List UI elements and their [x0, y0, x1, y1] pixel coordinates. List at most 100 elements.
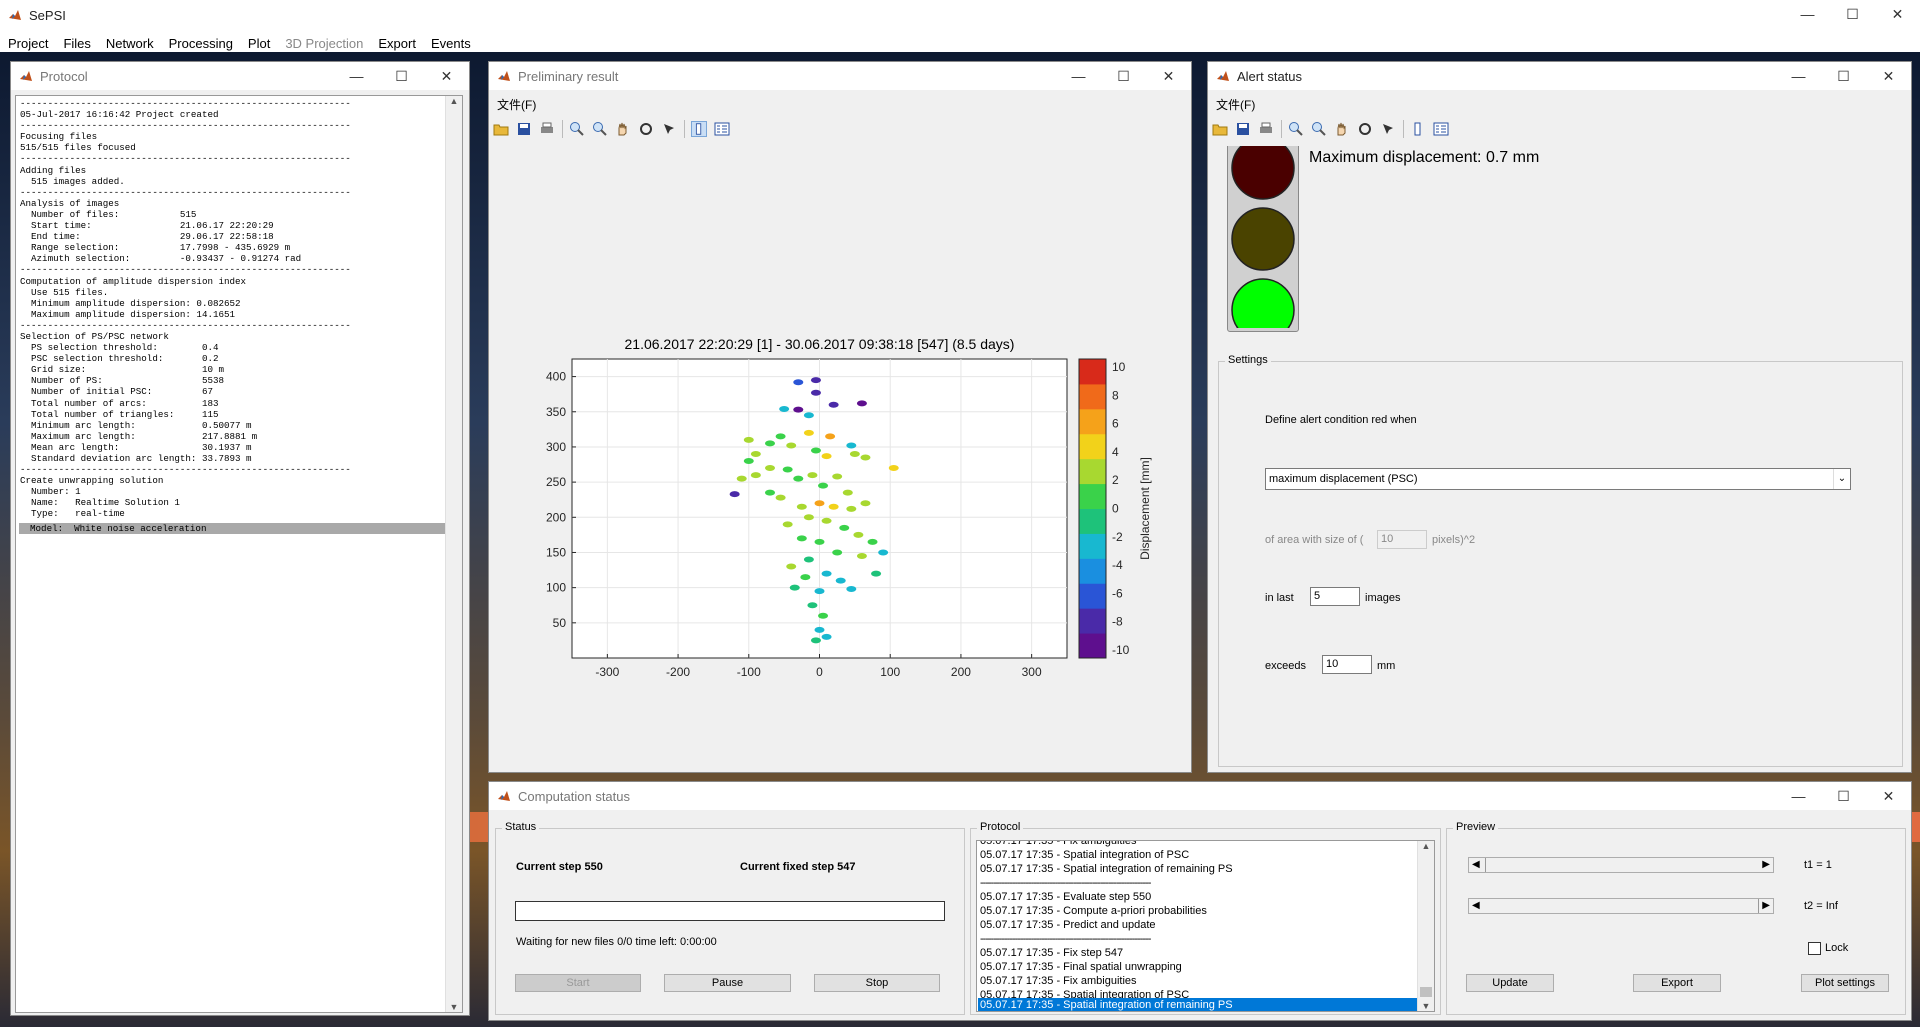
protocol-line[interactable]: 05.07.17 17:35 - Predict and update: [978, 918, 1418, 932]
close-button[interactable]: ✕: [1875, 0, 1920, 28]
status-legend: Status: [502, 821, 540, 833]
protocol-scrollbar[interactable]: ▲ ▼: [445, 96, 462, 1012]
pan-icon[interactable]: [1334, 121, 1350, 137]
menu-export[interactable]: Export: [378, 36, 416, 51]
menu-3d-projection[interactable]: 3D Projection: [285, 36, 363, 51]
rotate-icon[interactable]: [1357, 121, 1373, 137]
protocol-line[interactable]: 05.07.17 17:35 - Spatial integration of …: [978, 862, 1418, 876]
computation-protocol-selected[interactable]: 05.07.17 17:35 - Spatial integration of …: [978, 998, 1418, 1011]
print-icon[interactable]: [1258, 121, 1274, 137]
menu-plot[interactable]: Plot: [248, 36, 270, 51]
minimize-button[interactable]: —: [334, 62, 379, 90]
matlab-icon: [498, 71, 510, 81]
legend-icon[interactable]: [1433, 121, 1449, 137]
t2-slider[interactable]: ◀ ▶: [1468, 898, 1774, 914]
menu-project[interactable]: Project: [8, 36, 48, 51]
colorbar-segment: [1079, 583, 1106, 609]
chevron-down-icon[interactable]: ⌄: [1833, 469, 1850, 489]
t1-slider[interactable]: ◀ ▶: [1468, 857, 1774, 873]
open-icon[interactable]: [493, 121, 509, 137]
protocol-line[interactable]: 05.07.17 17:35 - Final spatial unwrappin…: [978, 960, 1418, 974]
area-size-field[interactable]: 10: [1377, 530, 1427, 549]
protocol-line[interactable]: ----------------------------------------…: [978, 876, 1418, 890]
protocol-line[interactable]: 05.07.17 17:35 - Fix ambiguities: [978, 974, 1418, 988]
colorbar-tick-label: -4: [1112, 558, 1123, 572]
scroll-up-arrow-icon[interactable]: ▲: [446, 96, 462, 106]
displacement-point: [860, 454, 871, 461]
zoom-out-icon[interactable]: [592, 121, 608, 137]
minimize-button[interactable]: —: [1785, 0, 1830, 28]
close-button[interactable]: ✕: [424, 62, 469, 90]
zoom-in-icon[interactable]: [1288, 121, 1304, 137]
menu-file[interactable]: 文件(F): [497, 96, 536, 113]
slider-thumb[interactable]: [1485, 858, 1492, 872]
pause-button[interactable]: Pause: [664, 974, 791, 992]
zoom-out-icon[interactable]: [1311, 121, 1327, 137]
close-button[interactable]: ✕: [1146, 62, 1191, 90]
computation-protocol-list[interactable]: 05.07.17 17:35 - Fix ambiguities 05.07.17…: [976, 840, 1435, 1012]
colorbar-icon[interactable]: [691, 121, 707, 137]
stop-button[interactable]: Stop: [814, 974, 940, 992]
protocol-line[interactable]: 05.07.17 17:35 - Compute a-priori probab…: [978, 904, 1418, 918]
save-icon[interactable]: [1235, 121, 1251, 137]
zoom-in-icon[interactable]: [569, 121, 585, 137]
scroll-down-arrow-icon[interactable]: ▼: [446, 1002, 462, 1012]
displacement-point: [818, 612, 829, 619]
exceeds-field[interactable]: 10: [1322, 655, 1372, 674]
legend-icon[interactable]: [714, 121, 730, 137]
menu-file[interactable]: 文件(F): [1216, 96, 1255, 113]
menu-events[interactable]: Events: [431, 36, 471, 51]
minimize-button[interactable]: —: [1056, 62, 1101, 90]
rotate-icon[interactable]: [638, 121, 654, 137]
protocol-line[interactable]: 05.07.17 17:35 - Spatial integration of …: [978, 848, 1418, 862]
print-icon[interactable]: [539, 121, 555, 137]
computation-protocol-scrollbar[interactable]: ▲ ▼: [1417, 841, 1434, 1011]
menu-processing[interactable]: Processing: [169, 36, 233, 51]
chevron-left-icon[interactable]: ◀: [1472, 899, 1480, 913]
update-button[interactable]: Update: [1466, 974, 1554, 992]
maximize-button[interactable]: ☐: [1821, 62, 1866, 90]
slider-thumb[interactable]: [1752, 899, 1759, 913]
protocol-selected-line[interactable]: Model: White noise acceleration: [19, 523, 452, 535]
save-icon[interactable]: [516, 121, 532, 137]
protocol-line[interactable]: 05.07.17 17:35 - Evaluate step 550: [978, 890, 1418, 904]
protocol-line[interactable]: 05.07.17 17:35 - Fix step 547: [978, 946, 1418, 960]
chevron-right-icon[interactable]: ▶: [1762, 858, 1770, 872]
scroll-down-arrow-icon[interactable]: ▼: [1418, 1001, 1434, 1011]
maximize-button[interactable]: ☐: [1830, 0, 1875, 28]
protocol-log-area[interactable]: ----------------------------------------…: [15, 95, 463, 1013]
data-cursor-icon[interactable]: [661, 121, 677, 137]
preliminary-toolbar: [489, 117, 1191, 141]
menu-network[interactable]: Network: [106, 36, 154, 51]
colorbar-icon[interactable]: [1410, 121, 1426, 137]
chevron-right-icon[interactable]: ▶: [1762, 899, 1770, 913]
data-cursor-icon[interactable]: [1380, 121, 1396, 137]
maximize-button[interactable]: ☐: [379, 62, 424, 90]
displacement-point: [793, 379, 804, 386]
minimize-button[interactable]: —: [1776, 782, 1821, 810]
protocol-line[interactable]: ----------------------------------------…: [978, 932, 1418, 946]
export-button[interactable]: Export: [1633, 974, 1721, 992]
maximize-button[interactable]: ☐: [1821, 782, 1866, 810]
displacement-point: [856, 552, 867, 559]
open-icon[interactable]: [1212, 121, 1228, 137]
start-button[interactable]: Start: [515, 974, 641, 992]
maximize-button[interactable]: ☐: [1101, 62, 1146, 90]
lock-checkbox[interactable]: [1808, 942, 1821, 955]
close-button[interactable]: ✕: [1866, 782, 1911, 810]
plot-settings-button[interactable]: Plot settings: [1801, 974, 1889, 992]
protocol-line[interactable]: 05.07.17 17:35 - Fix ambiguities: [978, 841, 1418, 848]
alert-condition-select[interactable]: maximum displacement (PSC) ⌄: [1265, 468, 1851, 490]
menu-files[interactable]: Files: [63, 36, 90, 51]
colorbar-tick-label: -2: [1112, 530, 1123, 544]
x-tick-label: -300: [595, 665, 619, 679]
minimize-button[interactable]: —: [1776, 62, 1821, 90]
scroll-thumb[interactable]: [1420, 987, 1432, 997]
displacement-point: [775, 494, 786, 501]
scroll-up-arrow-icon[interactable]: ▲: [1418, 841, 1434, 851]
close-button[interactable]: ✕: [1866, 62, 1911, 90]
colorbar-tick-label: 6: [1112, 417, 1119, 431]
chevron-left-icon[interactable]: ◀: [1472, 858, 1480, 872]
pan-icon[interactable]: [615, 121, 631, 137]
last-images-field[interactable]: 5: [1310, 587, 1360, 606]
